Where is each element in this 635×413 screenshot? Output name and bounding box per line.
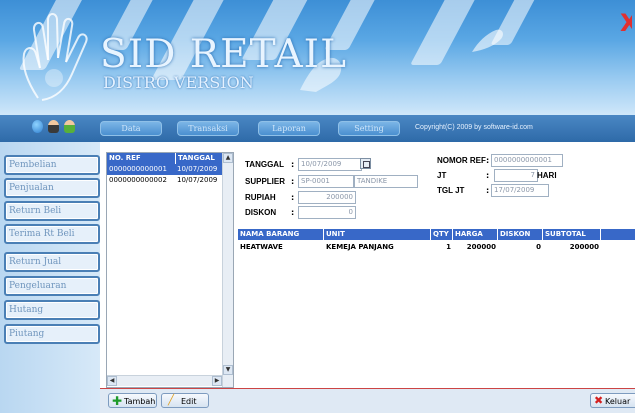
colon: : — [486, 156, 490, 165]
sidebar-item-penjualan[interactable]: Penjualan — [4, 178, 100, 198]
colon: : — [486, 171, 490, 180]
plus-icon: ✚ — [112, 394, 123, 408]
sidebar-item-pengeluaran[interactable]: Pengeluaran — [4, 276, 100, 296]
tgl-jt-label: TGL JT — [437, 186, 465, 195]
jt-unit-label: HARI — [537, 171, 557, 180]
menu-data[interactable]: Data — [100, 121, 162, 136]
list-header-ref[interactable]: NO. REF — [107, 153, 175, 164]
diskon-field[interactable]: 0 — [298, 206, 356, 219]
grid-cell-nama: HEATWAVE — [240, 243, 283, 251]
rupiah-field[interactable]: 200000 — [298, 191, 356, 204]
list-header-date[interactable]: TANGGAL — [175, 153, 222, 164]
transaction-list[interactable]: NO. REF TANGGAL 0000000000001 10/07/2009… — [106, 152, 234, 388]
list-item-date: 10/07/2009 — [177, 165, 218, 173]
app-title: SID RETAIL — [100, 32, 347, 77]
sidebar-item-return-jual[interactable]: Return Jual — [4, 252, 100, 272]
add-button-label: Tambah — [124, 397, 156, 406]
scroll-down-icon[interactable]: ▼ — [223, 365, 233, 375]
exit-button[interactable]: ✖ Keluar — [590, 393, 635, 408]
edit-button[interactable]: ╱ Edit — [161, 393, 209, 408]
grid-cell-diskon: 0 — [536, 243, 541, 251]
colon: : — [291, 160, 295, 169]
scroll-left-icon[interactable]: ◀ — [107, 376, 117, 386]
menu-transaksi[interactable]: Transaksi — [177, 121, 239, 136]
grid-cell-qty: 1 — [446, 243, 451, 251]
table-row[interactable]: HEATWAVE KEMEJA PANJANG 1 200000 0 20000… — [238, 229, 635, 255]
colon: : — [486, 186, 490, 195]
supplier-label: SUPPLIER — [245, 177, 286, 186]
grid-cell-subtotal: 200000 — [569, 243, 599, 251]
pencil-icon: ╱ — [168, 395, 175, 406]
app-subtitle: DISTRO VERSION — [103, 73, 254, 92]
close-app-button[interactable]: X — [620, 12, 632, 34]
list-vertical-scrollbar[interactable]: ▲ ▼ — [222, 153, 233, 387]
sidebar-item-return-beli[interactable]: Return Beli — [4, 201, 100, 221]
colon: : — [291, 208, 295, 217]
colon: : — [291, 193, 295, 202]
menu-laporan[interactable]: Laporan — [258, 121, 320, 136]
tgl-jt-field[interactable]: 17/07/2009 — [491, 184, 549, 197]
sidebar-item-terima-rt-beli[interactable]: Terima Rt Beli — [4, 224, 100, 244]
jt-days-field[interactable]: 7 — [494, 169, 538, 182]
hand-silhouette-icon — [472, 29, 503, 52]
sidebar-item-pembelian[interactable]: Pembelian — [4, 155, 100, 175]
sidebar-item-piutang[interactable]: Piutang — [4, 324, 100, 344]
user-icon[interactable] — [48, 120, 59, 133]
list-horizontal-scrollbar[interactable]: ◀ ▶ — [107, 375, 222, 386]
list-item-date: 10/07/2009 — [177, 176, 218, 184]
sidebar-item-hutang[interactable]: Hutang — [4, 300, 100, 320]
app-header: SID RETAIL DISTRO VERSION X — [0, 0, 635, 115]
globe-icon[interactable] — [32, 120, 43, 133]
colon: : — [291, 177, 295, 186]
supplier-code-field[interactable]: SP-0001 — [298, 175, 354, 188]
items-grid[interactable]: NAMA BARANG UNIT QTY HARGA DISKON SUBTOT… — [238, 229, 635, 387]
edit-button-label: Edit — [181, 397, 197, 406]
hand-logo-icon — [22, 13, 88, 101]
exit-button-label: Keluar — [605, 397, 631, 406]
grid-cell-harga: 200000 — [466, 243, 496, 251]
tanggal-field[interactable]: 10/07/2009 — [298, 158, 362, 171]
user-green-icon[interactable] — [64, 120, 75, 133]
list-item[interactable]: 0000000000001 10/07/2009 — [107, 164, 222, 175]
nomor-ref-label: NOMOR REF — [437, 156, 486, 165]
scroll-right-icon[interactable]: ▶ — [212, 376, 222, 386]
list-item-ref: 0000000000001 — [109, 165, 167, 173]
grid-cell-unit: KEMEJA PANJANG — [326, 243, 394, 251]
menu-setting[interactable]: Setting — [338, 121, 400, 136]
scroll-up-icon[interactable]: ▲ — [223, 153, 233, 163]
supplier-name-field[interactable]: TANDIKE — [354, 175, 418, 188]
tanggal-label: TANGGAL — [245, 160, 284, 169]
copyright-text: Copyright(C) 2009 by software-id.com — [415, 124, 533, 131]
list-item-ref: 0000000000002 — [109, 176, 167, 184]
calendar-icon[interactable] — [360, 158, 371, 169]
add-button[interactable]: ✚ Tambah — [108, 393, 157, 408]
rupiah-label: RUPIAH — [245, 193, 276, 202]
list-item[interactable]: 0000000000002 10/07/2009 — [107, 175, 222, 186]
diskon-label: DISKON — [245, 208, 277, 217]
nomor-ref-field[interactable]: 0000000000001 — [491, 154, 563, 167]
close-icon: ✖ — [594, 394, 604, 407]
jt-label: JT — [437, 171, 447, 180]
